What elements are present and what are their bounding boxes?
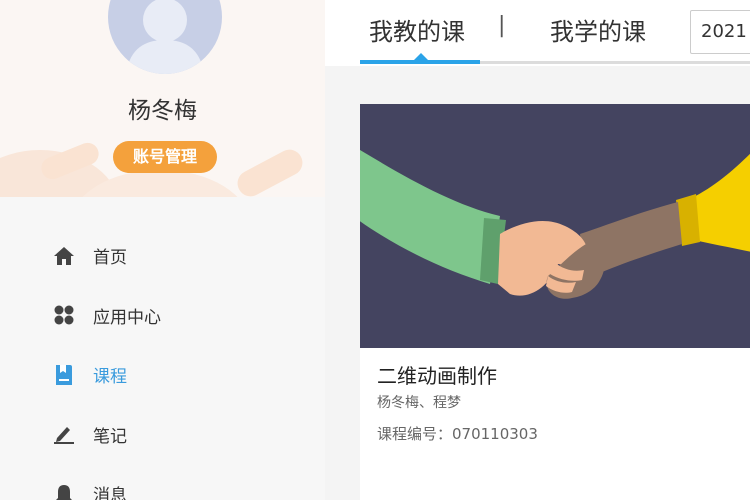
course-tabs: 我教的课 | 我学的课 2021 bbox=[360, 0, 750, 66]
course-code: 课程编号：070110303 bbox=[377, 425, 538, 443]
profile-panel: 杨冬梅 账号管理 bbox=[0, 0, 325, 197]
nav-item-label: 首页 bbox=[93, 248, 127, 269]
decoration bbox=[232, 145, 308, 197]
home-icon bbox=[52, 244, 76, 268]
sidebar-nav: 首页 应用中心 课程 笔记 消息 bbox=[0, 226, 325, 500]
user-name: 杨冬梅 bbox=[128, 98, 197, 124]
avatar[interactable] bbox=[108, 0, 222, 74]
nav-item-label: 课程 bbox=[93, 367, 127, 388]
tab-separator: | bbox=[498, 13, 506, 38]
nav-item-label: 笔记 bbox=[93, 426, 127, 447]
app-center-icon bbox=[52, 303, 76, 327]
course-teachers: 杨冬梅、程梦 bbox=[377, 395, 461, 411]
nav-item-label: 应用中心 bbox=[93, 307, 161, 328]
sidebar: 杨冬梅 账号管理 首页 应用中心 课程 笔记 消息 bbox=[0, 0, 325, 500]
nav-item-home[interactable]: 首页 bbox=[0, 226, 325, 286]
nav-item-notes[interactable]: 笔记 bbox=[0, 405, 325, 465]
course-title[interactable]: 二维动画制作 bbox=[377, 360, 497, 389]
bell-icon bbox=[52, 482, 76, 500]
nav-item-app-center[interactable]: 应用中心 bbox=[0, 286, 325, 346]
user-silhouette-icon bbox=[126, 0, 204, 74]
nav-item-course[interactable]: 课程 bbox=[0, 345, 325, 405]
active-tab-caret bbox=[414, 53, 428, 60]
handshake-image bbox=[360, 104, 750, 348]
nav-item-messages[interactable]: 消息 bbox=[0, 464, 325, 500]
nav-item-label: 消息 bbox=[93, 486, 127, 500]
main-area: 我教的课 | 我学的课 2021 二维动画制作 杨冬梅、程梦 课程编号：0701… bbox=[325, 0, 750, 500]
course-icon bbox=[52, 363, 76, 387]
course-card[interactable]: 二维动画制作 杨冬梅、程梦 课程编号：070110303 bbox=[360, 104, 750, 500]
tab-teaching-courses[interactable]: 我教的课 bbox=[369, 12, 465, 47]
note-icon bbox=[52, 422, 76, 446]
tab-learning-courses[interactable]: 我学的课 bbox=[550, 12, 646, 47]
year-select[interactable]: 2021 bbox=[690, 10, 750, 54]
account-management-button[interactable]: 账号管理 bbox=[113, 141, 217, 173]
active-tab-indicator bbox=[360, 60, 480, 64]
course-list: 二维动画制作 杨冬梅、程梦 课程编号：070110303 bbox=[325, 66, 750, 500]
